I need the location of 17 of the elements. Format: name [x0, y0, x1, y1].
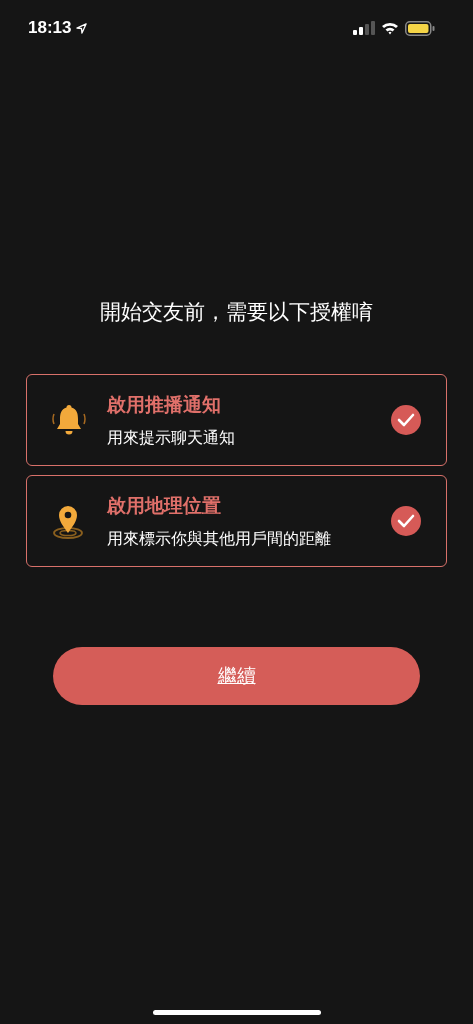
signal-icon: [353, 21, 375, 35]
bell-icon: [51, 403, 87, 437]
checkbox[interactable]: [391, 506, 421, 536]
checkmark-icon: [397, 413, 415, 427]
battery-icon: [405, 20, 435, 36]
clock-time: 18:13: [28, 18, 72, 38]
checkbox[interactable]: [391, 405, 421, 435]
continue-button[interactable]: 繼續: [53, 647, 420, 705]
heading-text: 開始交友前，需要以下授權唷: [99, 299, 374, 326]
permission-description: 用來提示聊天通知: [107, 427, 235, 449]
permission-title: 啟用地理位置: [107, 492, 221, 518]
permission-description: 用來標示你與其他用戶間的距離: [107, 528, 331, 550]
wifi-icon: [381, 21, 399, 35]
map-pin-icon: [51, 503, 85, 539]
permission-title: 啟用推播通知: [107, 391, 221, 417]
checkmark-icon: [397, 514, 415, 528]
location-arrow-icon: [76, 22, 88, 34]
